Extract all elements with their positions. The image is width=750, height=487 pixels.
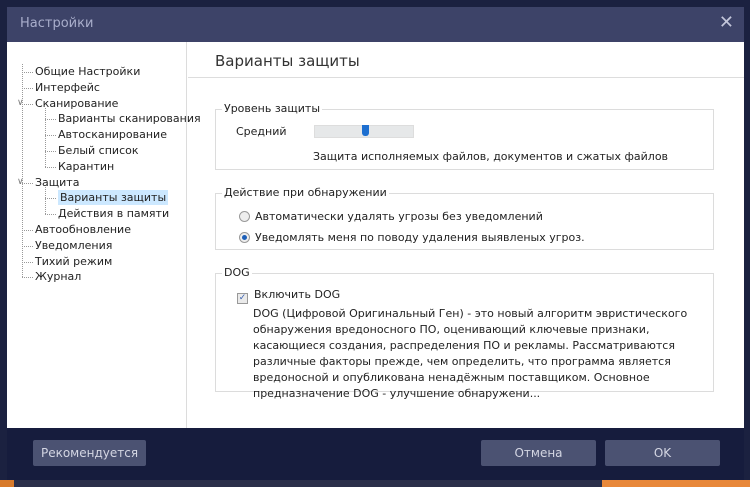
sidebar-item[interactable]: Белый список [58,143,139,158]
sidebar-item[interactable]: Автосканирование [58,127,167,142]
sidebar-item[interactable]: Варианты защиты [58,190,169,206]
ok-button[interactable]: OK [605,440,720,466]
group-label: Уровень защиты [222,102,323,115]
window-title: Настройки [20,16,94,31]
tree-connector [22,103,33,105]
tree-connector [22,245,33,247]
slider-thumb[interactable] [361,125,369,136]
main-panel: Варианты защиты Уровень защиты Средний З… [188,42,744,428]
sidebar-item[interactable]: Защита [35,175,79,190]
level-description: Защита исполняемых файлов, документов и … [313,150,669,163]
tree-connector [22,261,33,263]
sidebar-item[interactable]: Карантин [58,159,114,174]
radio-notify[interactable]: Уведомлять меня по поводу удаления выявл… [239,231,585,244]
settings-tree: Общие Настройки Интерфейс Сканирование ∨ Вар… [7,42,201,428]
settings-window: Настройки ✕ Общие Настройки Интерфейс Скан… [7,7,744,480]
sidebar-item[interactable]: Автообновление [35,222,131,237]
cancel-button[interactable]: Отмена [481,440,596,466]
radio-label: Уведомлять меня по поводу удаления выявл… [255,231,585,244]
page-title: Варианты защиты [215,52,360,70]
checkbox-label: Включить DOG [254,288,341,301]
enable-dog-checkbox[interactable]: ✓ Включить DOG [237,288,340,304]
sidebar-item[interactable]: Действия в памяти [58,206,169,221]
dog-group: DOG ✓ Включить DOG DOG (Цифровой Оригинал… [215,266,714,400]
tree-connector [22,230,33,231]
radio-label: Автоматически удалять угрозы без уведомл… [255,210,543,223]
background-taskbar [0,480,750,487]
sidebar-item[interactable]: Сканирование [35,96,118,111]
tree-connector [45,151,56,152]
sidebar-item[interactable]: Тихий режим [35,254,112,269]
sidebar-item[interactable]: Журнал [35,269,81,284]
recommended-button[interactable]: Рекомендуется [33,440,146,466]
sidebar-item[interactable]: Общие Настройки [35,64,140,79]
protection-level-slider[interactable] [314,125,414,138]
tree-connector [45,135,56,137]
footer: Рекомендуется Отмена OK [7,428,744,480]
close-icon[interactable]: ✕ [719,12,734,33]
sidebar-item[interactable]: Уведомления [35,238,112,253]
tree-line [22,64,23,278]
sidebar-item[interactable]: Варианты сканирования [58,111,201,126]
tree-connector [22,182,33,184]
level-name: Средний [236,125,287,138]
protection-level-group: Уровень защиты Средний Защита исполняемы… [215,102,714,170]
group-label: DOG [222,266,252,279]
tree-line [45,107,46,167]
radio-auto-delete[interactable]: Автоматически удалять угрозы без уведомл… [239,210,543,223]
tree-connector [45,214,56,216]
radio-button[interactable] [239,211,250,222]
group-label: Действие при обнаружении [222,186,389,199]
title-bar[interactable]: Настройки ✕ [7,7,744,42]
tree-connector [45,198,56,200]
radio-button[interactable] [239,232,250,243]
dog-description: DOG (Цифровой Оригинальный Ген) - это но… [253,307,688,400]
tree-connector [45,166,56,168]
detection-action-group: Действие при обнаружении Автоматически у… [215,186,714,250]
tree-connector [45,119,56,121]
sidebar-item[interactable]: Интерфейс [35,80,100,95]
tree-connector [22,87,33,89]
tree-connector [22,277,33,279]
tree-line [45,186,46,215]
checkbox[interactable]: ✓ [237,293,248,304]
divider [188,77,744,78]
tree-connector [22,72,33,73]
